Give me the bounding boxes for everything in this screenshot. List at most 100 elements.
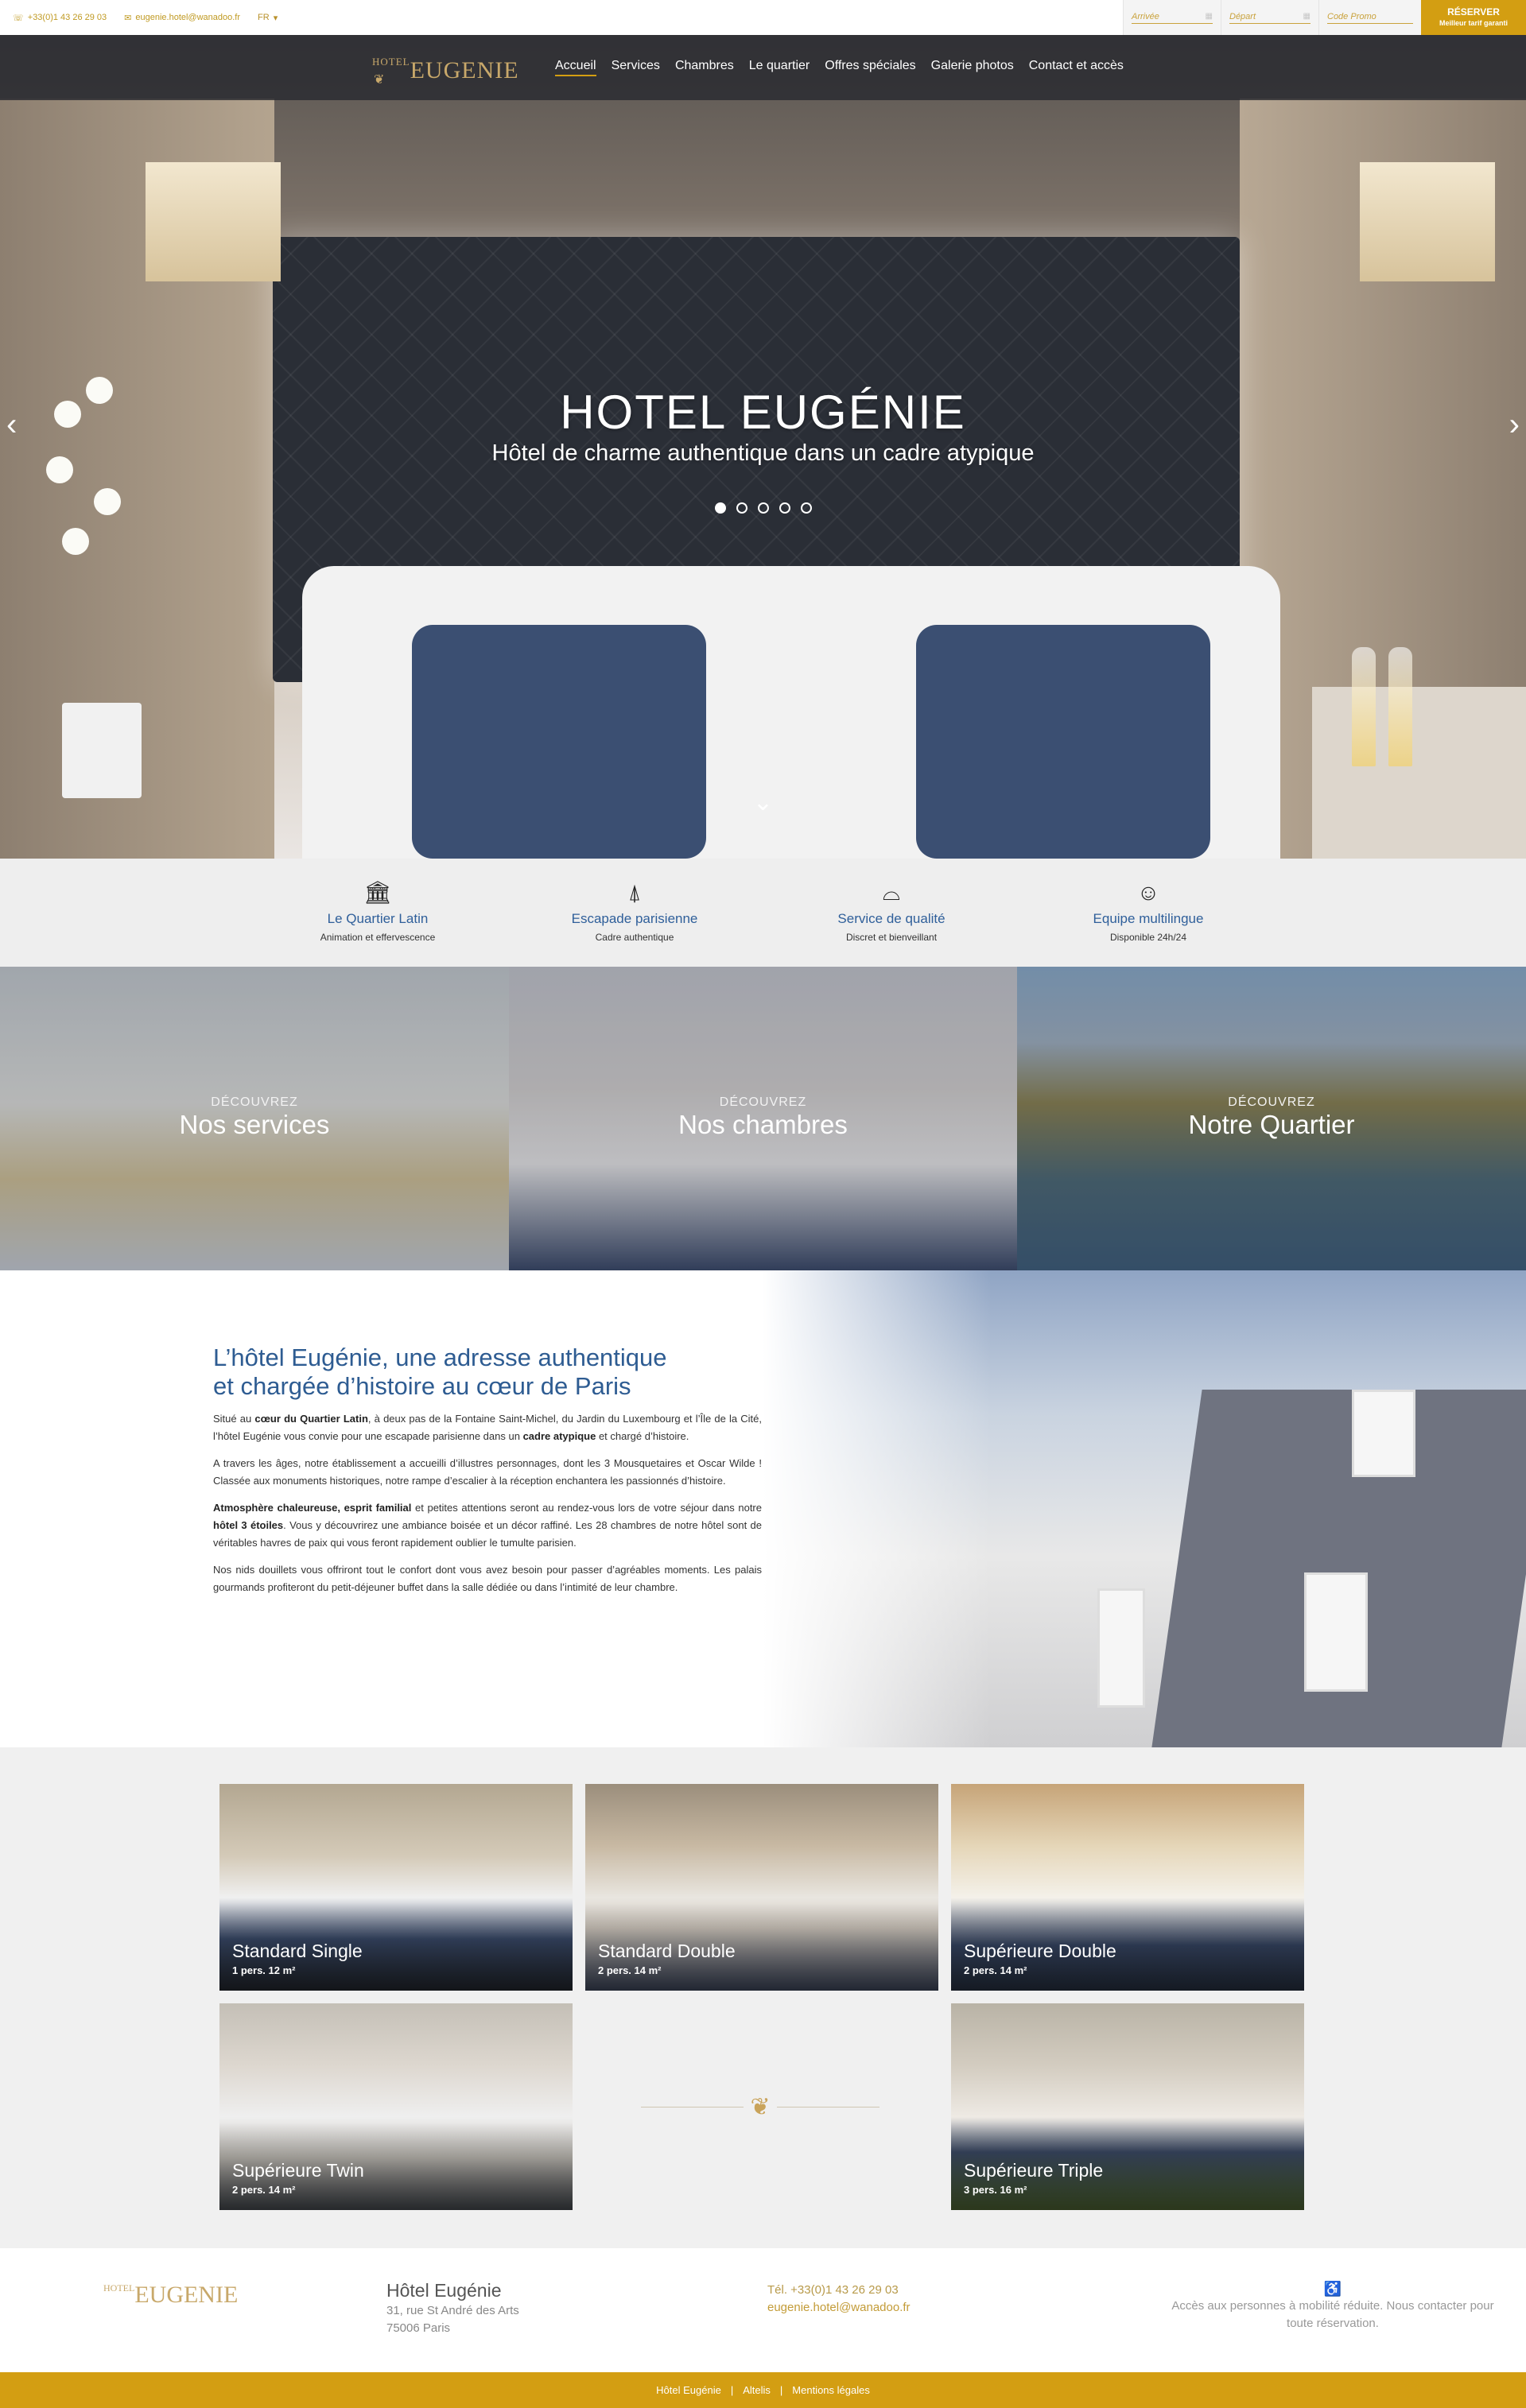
calendar-icon: ▦ <box>1303 11 1310 21</box>
room-info: 1 pers. 12 m² <box>232 1964 296 1976</box>
hero-photo-cushion <box>412 625 706 859</box>
nav-item[interactable]: Le quartier <box>749 59 810 76</box>
feature-subtitle: Animation et effervescence <box>320 932 436 943</box>
slider-dot[interactable] <box>736 502 747 514</box>
arrival-field[interactable]: Arrivée ▦ <box>1123 0 1221 35</box>
feature-title: Le Quartier Latin <box>327 911 429 926</box>
hero-photo-cushion <box>916 625 1210 859</box>
footer-link[interactable]: Mentions légales <box>792 2384 870 2396</box>
about-paragraph: Nos nids douillets vous offriront tout l… <box>213 1564 762 1593</box>
room-info: 2 pers. 14 m² <box>232 2184 296 2196</box>
hotel-logo[interactable]: HOTEL EUGENIE ❦ <box>372 52 519 87</box>
flourish-icon: ❦ <box>374 73 385 87</box>
about-text: L’hôtel Eugénie, une adresse authentique… <box>213 1344 762 1596</box>
tile-prefix: DÉCOUVREZ <box>211 1095 298 1109</box>
tile-title: Notre Quartier <box>1188 1110 1355 1139</box>
footer-email-link[interactable]: eugenie.hotel@wanadoo.fr <box>767 2299 911 2317</box>
footer-accessibility: ♿ Accès aux personnes à mobilité réduite… <box>1161 2280 1505 2332</box>
main-nav: Accueil Services Chambres Le quartier Offres… <box>555 59 1124 76</box>
cloche-icon: ⌓ <box>882 880 901 905</box>
departure-field[interactable]: Départ ▦ <box>1221 0 1318 35</box>
room-info: 3 pers. 16 m² <box>964 2184 1027 2196</box>
language-selector[interactable]: FR ▾ <box>258 13 278 23</box>
decorative-ornament: ❦ <box>641 2086 880 2127</box>
feature-item: 🏛 Le Quartier Latin Animation et effervesc… <box>250 859 507 967</box>
room-card[interactable]: Supérieure Triple 3 pers. 16 m² <box>951 2003 1304 2210</box>
chevron-down-icon: ▾ <box>273 13 278 23</box>
slider-dot[interactable] <box>800 502 812 514</box>
feature-item: ⌓ Service de qualité Discret et bienveilla… <box>763 859 1020 967</box>
room-name: Supérieure Triple <box>964 2160 1104 2181</box>
nav-item[interactable]: Accueil <box>555 59 596 76</box>
feature-title: Service de qualité <box>837 911 945 926</box>
footer-address: Hôtel Eugénie 31, rue St André des Arts … <box>386 2280 519 2335</box>
tile-title: Nos chambres <box>678 1110 848 1139</box>
eiffel-tower-icon: ⍋ <box>627 880 642 905</box>
footer-phone-link[interactable]: Tél. +33(0)1 43 26 29 03 <box>767 2282 911 2299</box>
feature-item: ⍋ Escapade parisienne Cadre authentique <box>507 859 763 967</box>
promo-code-field[interactable]: Code Promo <box>1318 0 1421 35</box>
feature-subtitle: Discret et bienveillant <box>845 932 938 943</box>
hero-slider: HOTEL EUGENIE ❦ Accueil Services Chambres L… <box>0 35 1526 859</box>
reserve-button[interactable]: RÉSERVER Meilleur tarif garanti <box>1421 0 1526 35</box>
room-info: 2 pers. 14 m² <box>964 1964 1027 1976</box>
slider-dot[interactable] <box>714 502 726 514</box>
scroll-down-icon[interactable]: ⌄ <box>0 789 1526 816</box>
monument-icon: 🏛 <box>363 880 392 905</box>
discover-tiles: DÉCOUVREZ Nos services DÉCOUVREZ Nos cha… <box>0 967 1526 1270</box>
about-section: L’hôtel Eugénie, une adresse authentique… <box>0 1270 1526 1747</box>
building-photo-roof <box>1151 1390 1526 1747</box>
nav-item[interactable]: Chambres <box>675 59 734 76</box>
footer-link[interactable]: Hôtel Eugénie <box>656 2384 721 2396</box>
flourish-icon: ❦ <box>750 2093 771 2120</box>
email-link[interactable]: ✉ eugenie.hotel@wanadoo.fr <box>124 13 240 23</box>
nav-item[interactable]: Galerie photos <box>931 59 1014 76</box>
top-bar: ☏ +33(0)1 43 26 29 03 ✉ eugenie.hotel@wana… <box>0 0 1526 35</box>
nav-item[interactable]: Offres spéciales <box>825 59 915 76</box>
slider-dots <box>0 502 1526 514</box>
nav-item[interactable]: Services <box>612 59 660 76</box>
room-info: 2 pers. 14 m² <box>598 1964 662 1976</box>
footer-logo[interactable]: HOTEL EUGENIE <box>103 2282 238 2309</box>
tile-title: Nos services <box>179 1110 330 1139</box>
footer-contact: Tél. +33(0)1 43 26 29 03 eugenie.hotel@w… <box>767 2282 911 2317</box>
nav-item[interactable]: Contact et accès <box>1029 59 1124 76</box>
about-paragraph: Atmosphère chaleureuse, esprit familial … <box>213 1502 762 1549</box>
room-name: Standard Single <box>232 1941 363 1961</box>
calendar-icon: ▦ <box>1205 11 1213 21</box>
slider-dot[interactable] <box>779 502 790 514</box>
room-card[interactable]: Standard Double 2 pers. 14 m² <box>585 1784 938 1991</box>
wheelchair-icon: ♿ <box>1323 2281 1342 2297</box>
slider-dot[interactable] <box>757 502 769 514</box>
phone-icon: ☏ <box>13 13 24 23</box>
feature-item: ☺ Equipe multilingue Disponible 24h/24 <box>1020 859 1277 967</box>
booking-form: Arrivée ▦ Départ ▦ Code Promo RÉSERVER Mei… <box>1123 0 1526 35</box>
room-name: Supérieure Twin <box>232 2160 364 2181</box>
about-title: L’hôtel Eugénie, une adresse authentique… <box>213 1344 667 1400</box>
hero-title: HOTEL EUGÉNIE <box>560 386 966 439</box>
discover-neighborhood-tile[interactable]: DÉCOUVREZ Notre Quartier <box>1017 967 1526 1270</box>
room-name: Supérieure Double <box>964 1941 1116 1961</box>
feature-title: Equipe multilingue <box>1093 911 1204 926</box>
hero-subtitle: Hôtel de charme authentique dans un cadr… <box>491 440 1035 466</box>
feature-subtitle: Disponible 24h/24 <box>1109 932 1187 943</box>
room-card[interactable]: Supérieure Double 2 pers. 14 m² <box>951 1784 1304 1991</box>
phone-link[interactable]: ☏ +33(0)1 43 26 29 03 <box>13 13 107 23</box>
envelope-icon: ✉ <box>124 13 132 23</box>
room-card[interactable]: Standard Single 1 pers. 12 m² <box>219 1784 573 1991</box>
discover-rooms-tile[interactable]: DÉCOUVREZ Nos chambres <box>509 967 1017 1270</box>
tile-prefix: DÉCOUVREZ <box>1228 1095 1315 1109</box>
feature-title: Escapade parisienne <box>571 911 698 926</box>
footer-links-bar: Hôtel Eugénie | Altelis | Mentions légal… <box>0 2372 1526 2408</box>
hero-photo-champagne <box>1344 639 1439 766</box>
footer-link[interactable]: Altelis <box>743 2384 771 2396</box>
room-name: Standard Double <box>598 1941 736 1961</box>
concierge-icon: ☺ <box>1136 880 1160 905</box>
room-card[interactable]: Supérieure Twin 2 pers. 14 m² <box>219 2003 573 2210</box>
contact-info: ☏ +33(0)1 43 26 29 03 ✉ eugenie.hotel@wana… <box>0 13 278 23</box>
features-strip: 🏛 Le Quartier Latin Animation et effervesc… <box>0 859 1526 967</box>
tile-prefix: DÉCOUVREZ <box>719 1095 807 1109</box>
hero-photo-lamp <box>146 162 281 281</box>
footer: HOTEL EUGENIE Hôtel Eugénie 31, rue St A… <box>0 2248 1526 2372</box>
discover-services-tile[interactable]: DÉCOUVREZ Nos services <box>0 967 509 1270</box>
